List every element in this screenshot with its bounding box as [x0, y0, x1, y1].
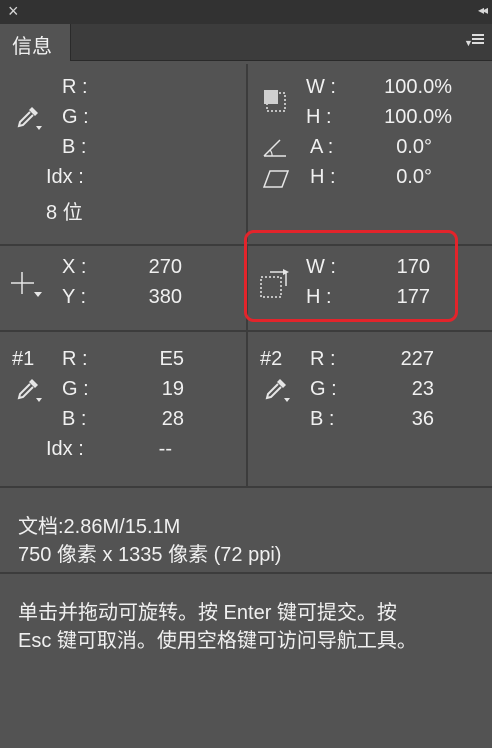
angle-value: 0.0° — [396, 136, 432, 158]
s1-r-value: E5 — [159, 348, 184, 370]
crosshair-icon[interactable] — [10, 270, 44, 300]
scale-h-value: 100.0% — [384, 106, 452, 128]
s1-g-label: G : — [62, 378, 89, 400]
s1-idx-label: Idx : — [46, 438, 84, 460]
angle-icon — [263, 139, 286, 157]
document-dimensions: 750 像素 x 1335 像素 (72 ppi) — [18, 544, 282, 566]
r-label: R : — [62, 76, 88, 98]
b-label: B : — [62, 136, 87, 158]
s2-g-label: G : — [310, 378, 337, 400]
tab-bar: 信息 ▼ — [0, 24, 492, 61]
hint-line-1: 单击并拖动可旋转。按 Enter 键可提交。按 — [18, 602, 397, 624]
panel-menu-icon[interactable]: ▼ — [464, 32, 486, 50]
s2-r-label: R : — [310, 348, 336, 370]
angle-label: A : — [310, 136, 334, 158]
skew-icon — [262, 170, 290, 188]
scale-icon — [264, 90, 286, 112]
s1-b-value: 28 — [161, 408, 184, 430]
divider — [246, 332, 248, 486]
tab-info-label: 信息 — [12, 36, 52, 58]
divider — [0, 486, 492, 488]
s2-r-value: 227 — [400, 348, 434, 370]
s2-b-label: B : — [310, 408, 335, 430]
s1-r-label: R : — [62, 348, 88, 370]
scale-w-label: W : — [306, 76, 336, 98]
eyedropper-icon[interactable] — [14, 376, 44, 404]
skew-label: H : — [310, 166, 336, 188]
x-value: 270 — [148, 256, 182, 278]
highlight-box — [244, 230, 458, 322]
s1-b-label: B : — [62, 408, 87, 430]
hint-line-2: Esc 键可取消。使用空格键可访问导航工具。 — [18, 630, 417, 652]
eyedropper-icon[interactable] — [262, 376, 292, 404]
divider — [0, 572, 492, 574]
bit-depth: 8 位 — [46, 202, 83, 224]
y-label: Y : — [62, 286, 87, 308]
close-icon[interactable]: × — [8, 1, 19, 22]
eyedropper-icon[interactable] — [14, 104, 44, 132]
sampler2-label: #2 — [260, 348, 283, 370]
s2-b-value: 36 — [411, 408, 434, 430]
idx-label: Idx : — [46, 166, 84, 188]
s2-g-value: 23 — [411, 378, 434, 400]
scale-h-label: H : — [306, 106, 332, 128]
s1-idx-value: -- — [158, 438, 172, 460]
document-size: 文档:2.86M/15.1M — [18, 516, 181, 538]
sampler1-label: #1 — [12, 348, 35, 370]
s1-g-value: 19 — [161, 378, 184, 400]
y-value: 380 — [148, 286, 182, 308]
divider — [246, 64, 248, 242]
x-label: X : — [62, 256, 87, 278]
tab-info[interactable]: 信息 — [0, 24, 71, 61]
scale-w-value: 100.0% — [384, 76, 452, 98]
collapse-panel-icon[interactable]: ◂◂ — [478, 3, 488, 17]
g-label: G : — [62, 106, 89, 128]
skew-value: 0.0° — [396, 166, 432, 188]
panel-title-bar: × ◂◂ — [0, 0, 492, 24]
